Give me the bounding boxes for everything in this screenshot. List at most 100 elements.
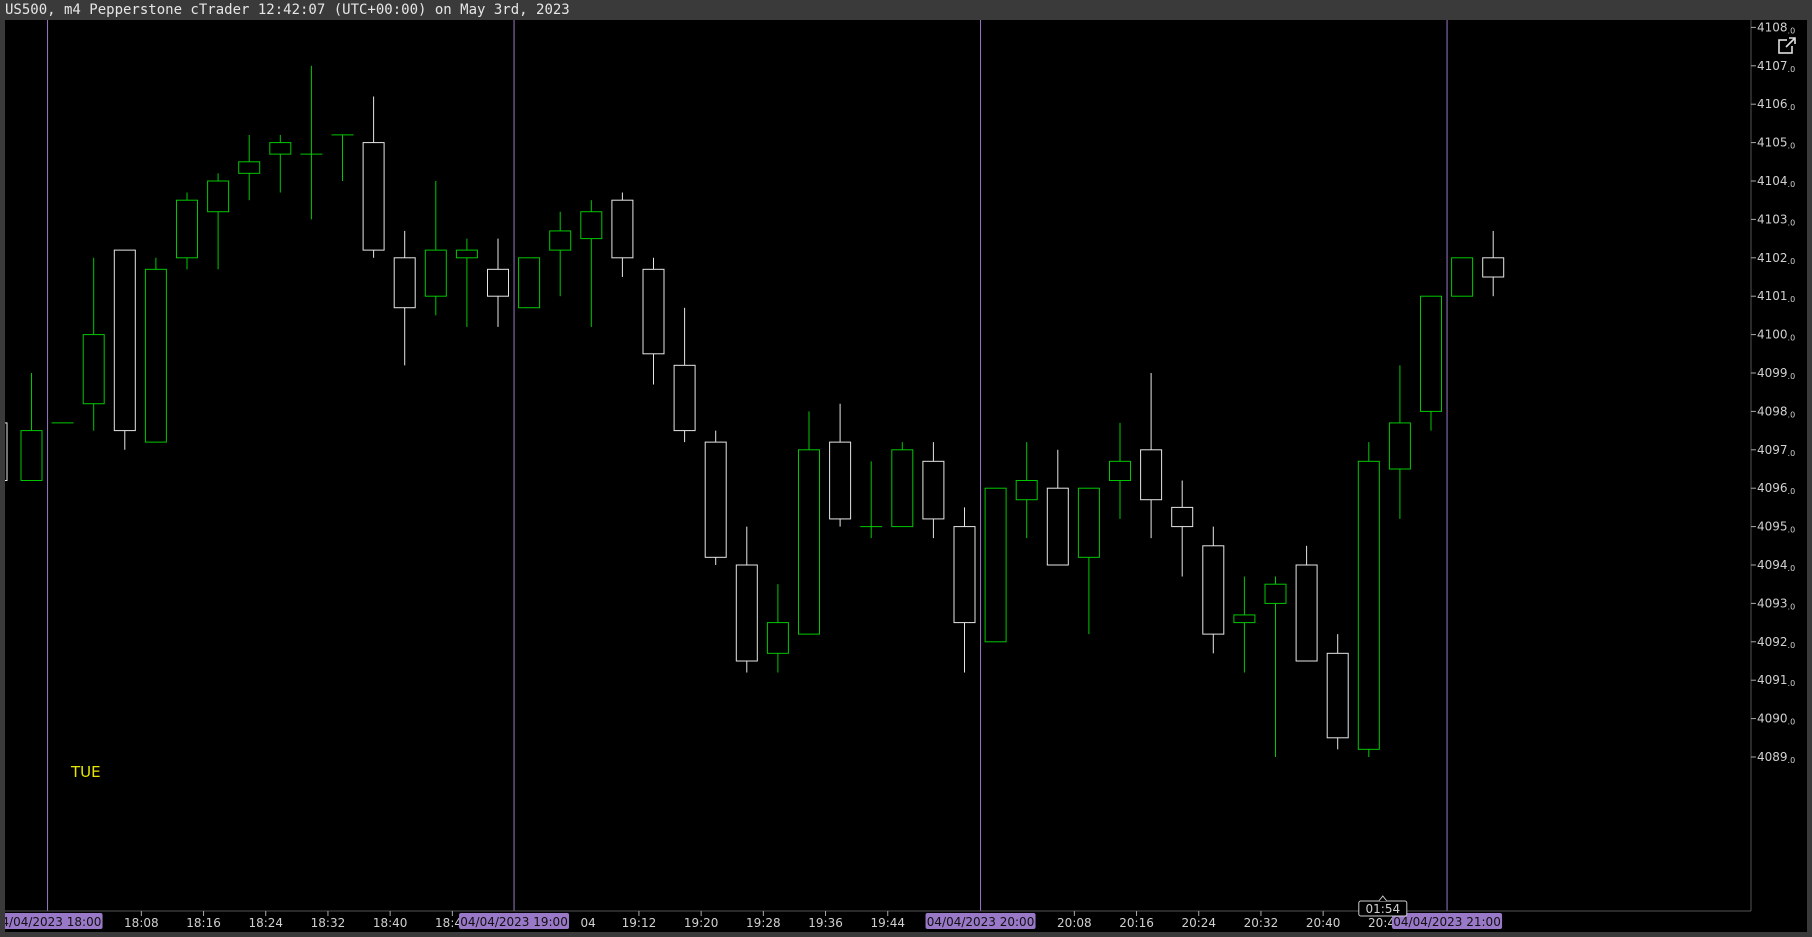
candle-body [1295, 564, 1318, 662]
price-tick-label: 4098.0 [1757, 404, 1795, 419]
session-date-tag-label: 04/04/2023 18:00 [5, 915, 101, 929]
candle-body [1202, 545, 1225, 635]
candle-body [704, 441, 727, 558]
session-date-tag-label: 04/04/2023 21:00 [1393, 915, 1501, 929]
candle-body [1140, 449, 1163, 501]
candle-body [487, 268, 509, 297]
time-tick-label: 18:08 [124, 916, 159, 930]
time-tick-label: 20:24 [1181, 916, 1216, 930]
countdown-label: 01:54 [1366, 902, 1401, 916]
candle-body [393, 257, 416, 309]
session-date-tag: 04/04/2023 19:00 [459, 913, 570, 929]
candle-body [1420, 295, 1442, 412]
candle-body [1046, 487, 1069, 566]
candle-body [642, 268, 665, 355]
candle-body [1357, 460, 1380, 750]
price-tick-label: 4100.0 [1757, 328, 1795, 343]
session-date-tag: 04/04/2023 21:00 [1392, 913, 1503, 929]
price-tick-label: 4092.0 [1757, 635, 1795, 650]
candle-body [207, 180, 230, 213]
candle-body [1233, 614, 1256, 624]
candle-body [953, 526, 976, 624]
candle-body [1388, 422, 1411, 470]
candle-body [922, 460, 945, 520]
day-label: TUE [70, 763, 101, 781]
time-tick-label: 18:40 [373, 916, 408, 930]
time-tick-label: 20:32 [1244, 916, 1279, 930]
time-tick-label: 19:20 [684, 916, 719, 930]
session-separators [47, 20, 1448, 911]
candle-body [20, 430, 43, 482]
price-tick-label: 4102.0 [1757, 251, 1795, 266]
candle-body [1264, 583, 1287, 604]
price-tick-label: 4104.0 [1757, 174, 1795, 189]
candle-body [1171, 506, 1194, 528]
candle-body [984, 487, 1007, 643]
candle-body [798, 449, 820, 635]
price-tick-label: 4106.0 [1757, 97, 1795, 112]
time-tick-label: 18:16 [186, 916, 221, 930]
price-tick-label: 4094.0 [1757, 558, 1795, 573]
price-tick-label: 4095.0 [1757, 520, 1795, 535]
time-tick-label: 18:24 [248, 916, 283, 930]
candle-body [829, 441, 852, 520]
candle-body [113, 249, 136, 432]
candle-body [1326, 652, 1349, 739]
candle-body [1451, 257, 1474, 297]
session-date-tag-label: 04/04/2023 19:00 [460, 915, 568, 929]
candle-body [735, 564, 758, 662]
candle-body [673, 364, 696, 432]
candle-body [549, 230, 572, 251]
candle-body [580, 211, 603, 240]
candle-body [362, 142, 385, 251]
chart-title: US500, m4 Pepperstone cTrader 12:42:07 (… [0, 0, 1812, 20]
time-tick-label-partial: 04 [581, 916, 596, 930]
price-tick-label: 4097.0 [1757, 443, 1795, 458]
candle-body [269, 142, 292, 155]
external-link-icon[interactable] [1775, 34, 1799, 58]
candle-body [611, 199, 634, 259]
time-tick-label: 20:08 [1057, 916, 1092, 930]
price-axis: 4089.0 4090.0 4091.0 4092.0 4093.0 4094.0 4095… [1750, 20, 1795, 911]
time-tick-label: 19:12 [622, 916, 657, 930]
time-tick-label: 19:28 [746, 916, 781, 930]
price-tick-label: 4089.0 [1757, 750, 1795, 765]
candle-body [455, 249, 478, 259]
session-date-tag: 04/04/2023 20:00 [925, 913, 1036, 929]
price-tick-label: 4099.0 [1757, 366, 1795, 381]
time-tick-label: 20:40 [1306, 916, 1341, 930]
countdown-pointer [1378, 895, 1388, 902]
price-tick-label: 4105.0 [1757, 136, 1795, 151]
candlestick-chart[interactable]: 4089.0 4090.0 4091.0 4092.0 4093.0 4094.0 4095… [5, 20, 1807, 932]
candle-body [144, 268, 167, 443]
candle-body [1015, 480, 1038, 501]
candle-partial [5, 422, 8, 482]
chart-area[interactable]: 4089.0 4090.0 4091.0 4092.0 4093.0 4094.0 4095… [5, 20, 1807, 932]
countdown-timer: 01:54 [1358, 895, 1408, 917]
candle-body [424, 249, 447, 297]
time-tick-label: 18:32 [311, 916, 346, 930]
session-date-tag: 04/04/2023 18:00 [5, 913, 103, 929]
candle-body [176, 199, 198, 259]
candles [5, 65, 1505, 757]
candle-body [891, 449, 914, 528]
time-tick-label: 20:16 [1119, 916, 1154, 930]
price-tick-label: 4107.0 [1757, 59, 1795, 74]
session-date-tag-label: 04/04/2023 20:00 [927, 915, 1035, 929]
candle-body [82, 334, 105, 405]
price-tick-label: 4103.0 [1757, 212, 1795, 227]
price-tick-label: 4096.0 [1757, 481, 1795, 496]
candle-body [1482, 257, 1505, 278]
candle-body [766, 622, 789, 654]
price-tick-label: 4101.0 [1757, 289, 1795, 304]
candle-body [518, 257, 541, 309]
time-axis: 18:08 18:16 18:24 18:32 18:40 18:48 19:12 19:20… [5, 910, 1751, 930]
candle-body [238, 161, 261, 174]
candle-body [1077, 487, 1100, 558]
time-tick-label: 19:44 [870, 916, 905, 930]
price-tick-label: 4093.0 [1757, 596, 1795, 611]
time-tick-label: 19:36 [808, 916, 843, 930]
candle-body [1109, 460, 1131, 482]
price-tick-label: 4091.0 [1757, 673, 1795, 688]
price-tick-label: 4090.0 [1757, 712, 1795, 727]
